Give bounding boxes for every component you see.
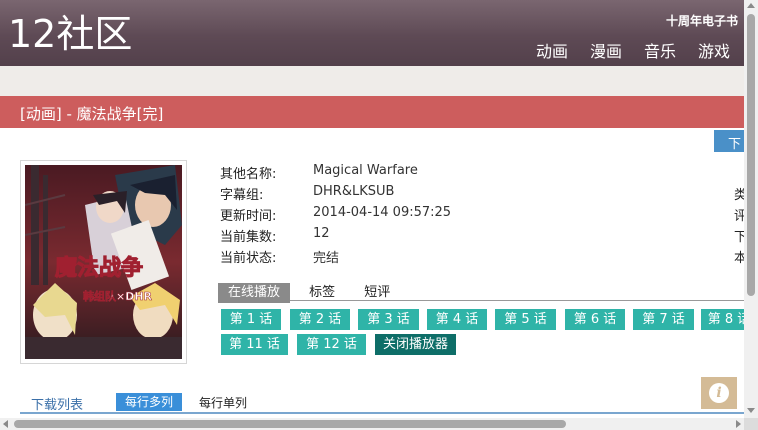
scroll-up-icon[interactable] [747, 3, 755, 8]
svg-text:韩组队×DHR: 韩组队×DHR [83, 289, 153, 303]
info-label: 当前状态: [220, 251, 277, 266]
anniversary-link[interactable]: 十周年电子书 [666, 12, 738, 29]
main-nav: 动画 漫画 音乐 游戏 [536, 38, 730, 62]
nav-item-music[interactable]: 音乐 [644, 38, 676, 62]
scroll-down-icon[interactable] [747, 408, 755, 413]
vertical-scroll-thumb[interactable] [747, 14, 755, 296]
info-value: 12 [313, 226, 330, 241]
divider [20, 412, 744, 414]
tab-tags[interactable]: 标签 [299, 283, 345, 303]
info-row-episodes: 当前集数: 12 下 [220, 226, 747, 247]
info-label: 其他名称: [220, 167, 277, 182]
page: 12社区 十周年电子书 动画 漫画 音乐 游戏 [动画] - 魔法战争[完] 下 [0, 0, 758, 430]
site-header: 12社区 十周年电子书 动画 漫画 音乐 游戏 [0, 0, 744, 66]
tab-download-list[interactable]: 下载列表 [31, 394, 83, 413]
page-title: [动画] - 魔法战争[完] [20, 105, 164, 123]
site-logo[interactable]: 12社区 [8, 12, 132, 56]
scroll-left-icon[interactable] [3, 420, 8, 428]
close-player-button[interactable]: 关闭播放器 [375, 334, 456, 355]
download-button[interactable]: 下 [714, 130, 744, 152]
tab-online-play[interactable]: 在线播放 [218, 283, 291, 303]
horizontal-scrollbar[interactable] [0, 418, 744, 430]
info-label: 当前集数: [220, 230, 277, 245]
info-row-updated: 更新时间: 2014-04-14 09:57:25 评 [220, 205, 747, 226]
info-value: 2014-04-14 09:57:25 [313, 205, 452, 220]
info-row-subgroup: 字幕组: DHR&LKSUB 类 [220, 184, 747, 205]
mode-multi-column-button[interactable]: 每行多列 [116, 393, 183, 411]
mode-single-column-button[interactable]: 每行单列 [199, 394, 247, 411]
header-band [0, 66, 744, 96]
info-value[interactable]: DHR&LKSUB [313, 184, 394, 205]
episode-button[interactable]: 第 12 话 [297, 334, 366, 355]
info-label: 字幕组: [220, 188, 264, 203]
poster-image[interactable]: 魔法战争 韩组队×DHR [25, 165, 182, 359]
poster-frame: 魔法战争 韩组队×DHR [20, 160, 187, 364]
horizontal-scroll-thumb[interactable] [14, 420, 566, 428]
vertical-scrollbar[interactable] [744, 0, 758, 418]
episode-button[interactable]: 第 6 话 [565, 309, 625, 330]
info-row-alt-name: 其他名称: Magical Warfare [220, 163, 744, 184]
tab-short-review[interactable]: 短评 [354, 283, 400, 303]
episode-button[interactable]: 第 7 话 [633, 309, 694, 330]
info-value: Magical Warfare [313, 163, 418, 178]
info-value: 完结 [313, 251, 340, 266]
episode-button[interactable]: 第 2 话 [290, 309, 350, 330]
scroll-right-icon[interactable] [736, 420, 741, 428]
info-icon: i [709, 383, 729, 403]
info-label: 更新时间: [220, 209, 277, 224]
episode-button[interactable]: 第 11 话 [221, 334, 288, 355]
nav-item-anime[interactable]: 动画 [536, 38, 568, 62]
nav-item-manga[interactable]: 漫画 [590, 38, 622, 62]
nav-item-games[interactable]: 游戏 [698, 38, 730, 62]
episode-button[interactable]: 第 4 话 [427, 309, 487, 330]
title-bar: [动画] - 魔法战争[完] [0, 96, 744, 128]
info-row-status: 当前状态: 完结 本 [220, 247, 747, 268]
info-button[interactable]: i [701, 377, 737, 409]
scrollbar-corner [744, 418, 758, 430]
svg-text:魔法战争: 魔法战争 [55, 255, 143, 281]
content-tabs: 在线播放 标签 短评 [218, 281, 744, 303]
anime-info: 其他名称: Magical Warfare 字幕组: DHR&LKSUB 类 更… [220, 163, 747, 268]
episode-button[interactable]: 第 5 话 [495, 309, 556, 330]
episode-button[interactable]: 第 3 话 [358, 309, 419, 330]
episode-button[interactable]: 第 1 话 [221, 309, 281, 330]
